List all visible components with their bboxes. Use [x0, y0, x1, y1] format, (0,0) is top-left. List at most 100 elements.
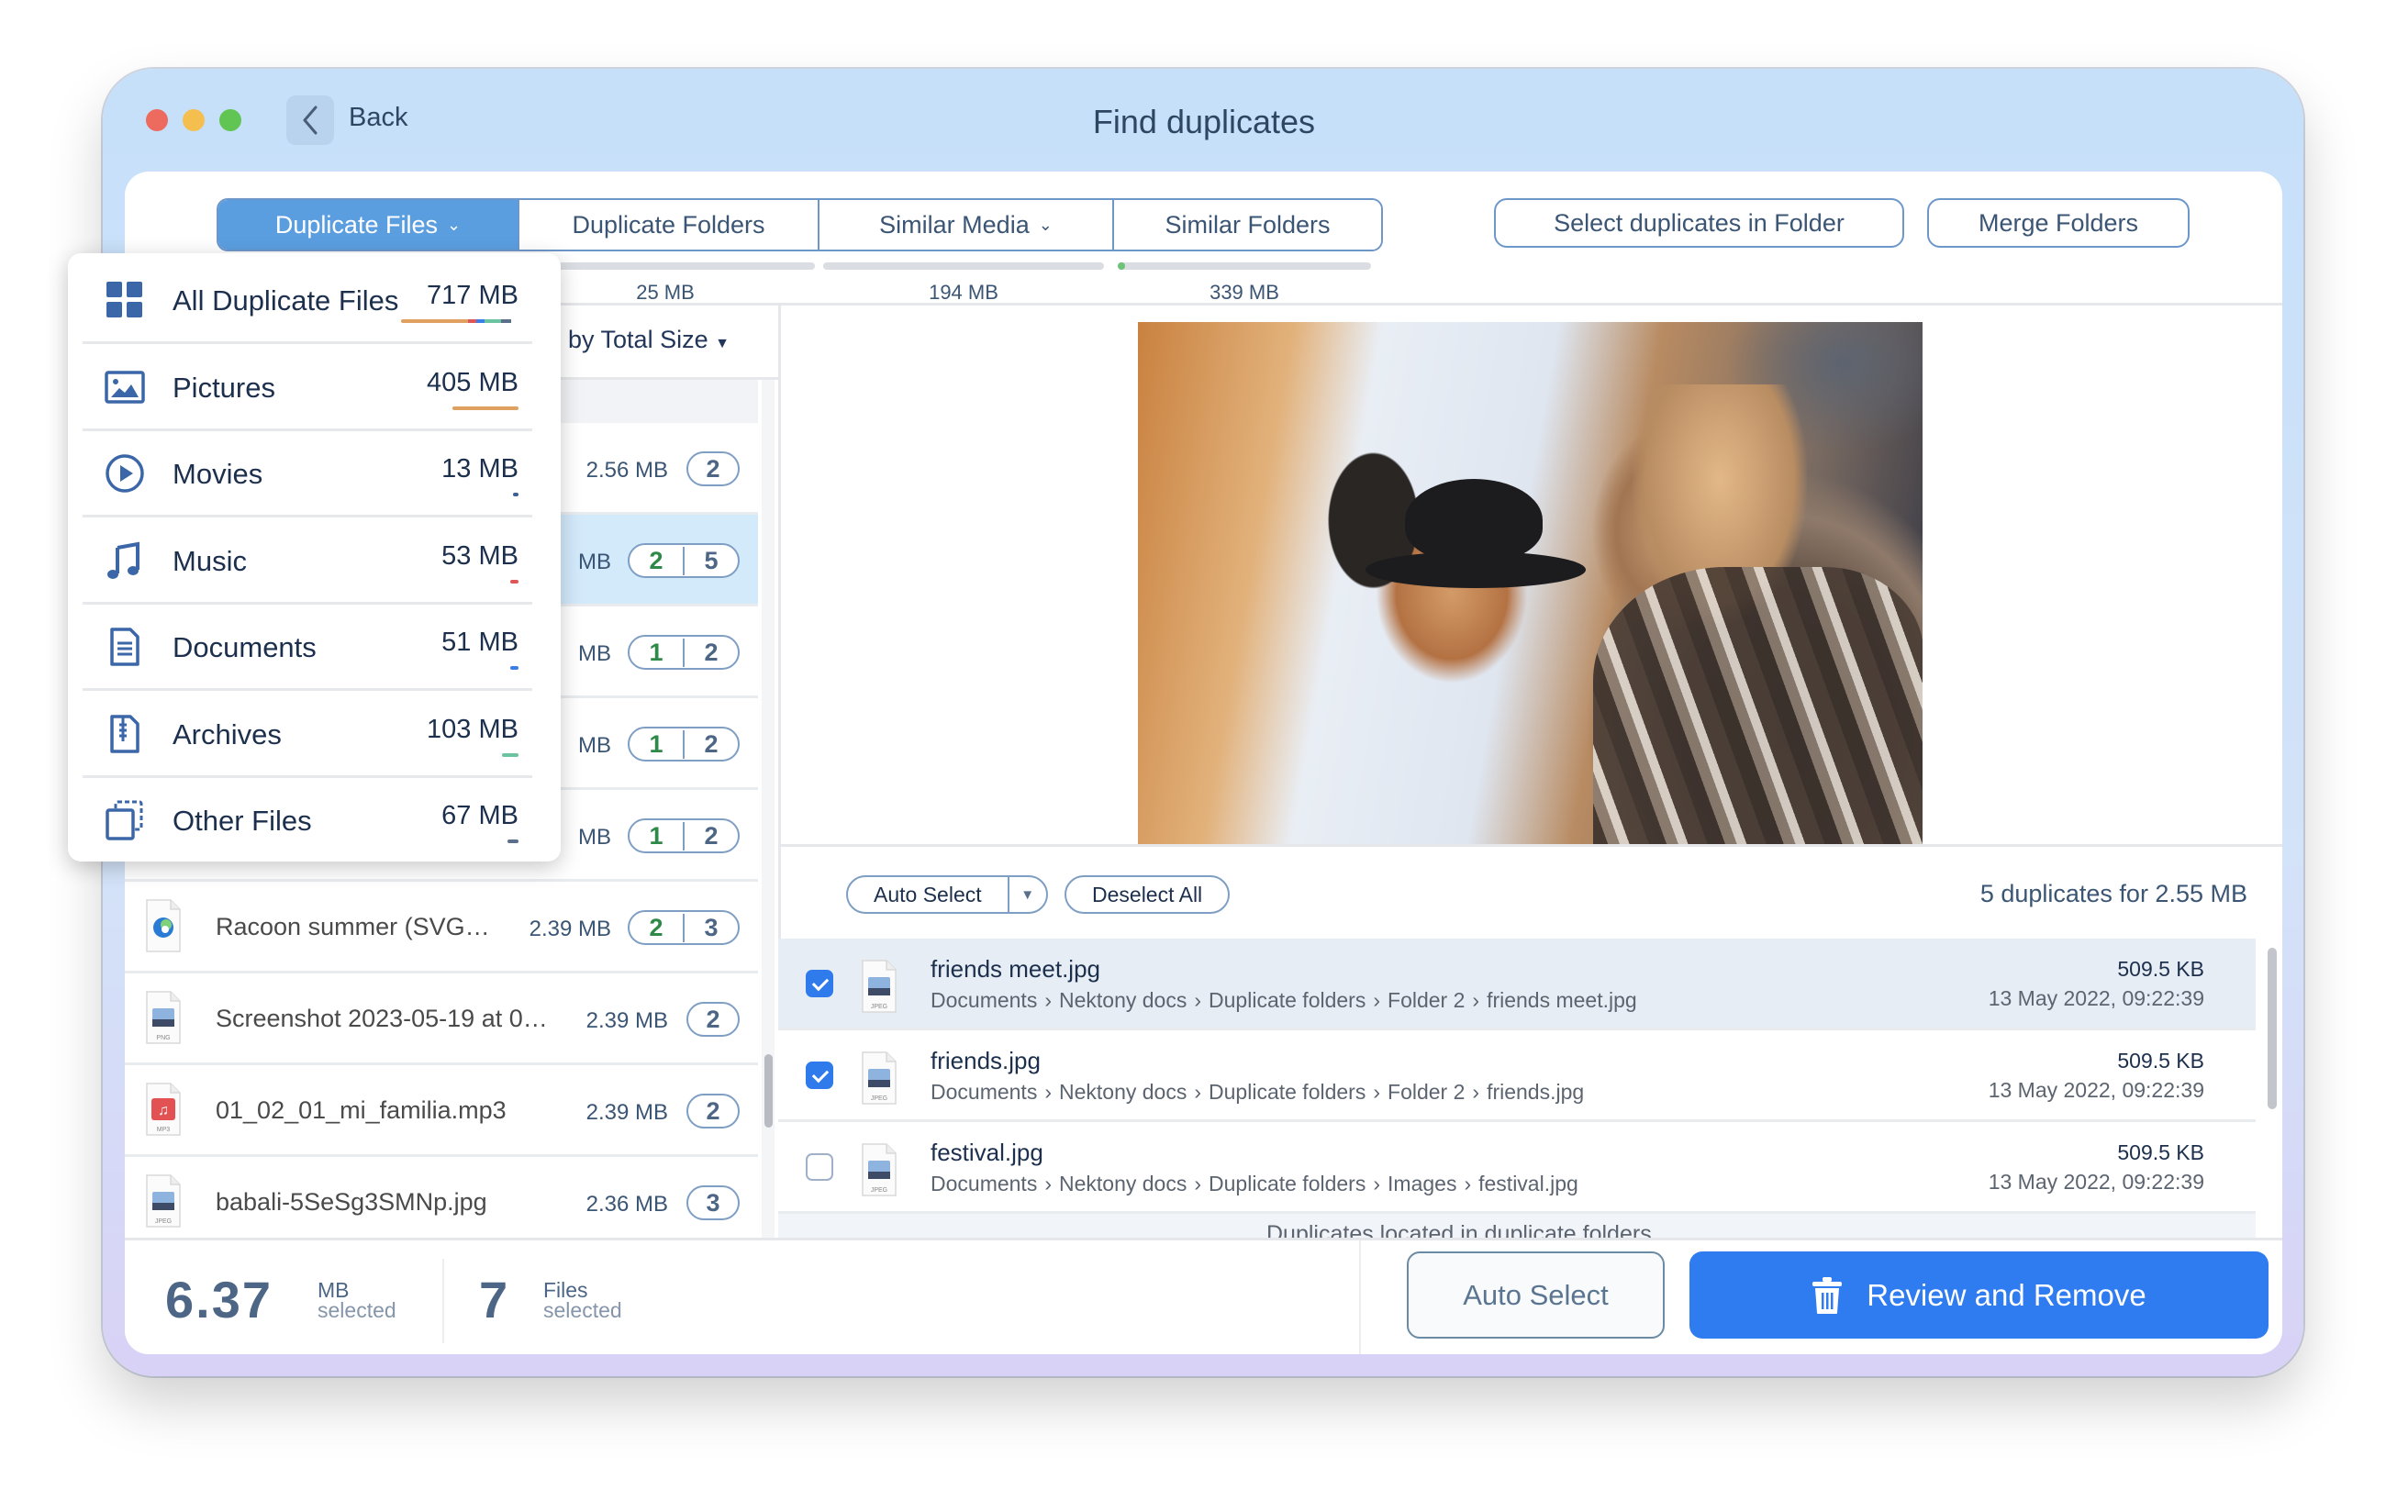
breadcrumb-segment[interactable]: Nektony docs: [1059, 1080, 1187, 1104]
duplicates-list: JPEG friends meet.jpg Documents › Nektony do…: [778, 939, 2256, 1238]
breadcrumb-segment[interactable]: friends meet.jpg: [1487, 988, 1637, 1012]
duplicate-checkbox[interactable]: [806, 1062, 833, 1089]
files-caption: selected: [543, 1298, 622, 1322]
file-list-row[interactable]: ♫ MP3 01_02_01_mi_familia.mp3 2.39 MB 2: [125, 1065, 758, 1157]
progress-fill: [1118, 262, 1125, 270]
file-size: MB: [578, 641, 611, 666]
breadcrumb-segment[interactable]: Duplicate folders: [1209, 1080, 1366, 1104]
duplicate-file-name: friends.jpg: [931, 1047, 1041, 1074]
duplicate-file-size: 509.5 KB: [2117, 1140, 2204, 1164]
duplicate-count-badge[interactable]: 2: [686, 451, 740, 486]
tab-similar-folders[interactable]: Similar Folders: [1112, 200, 1381, 250]
play-circle-icon: [105, 453, 145, 494]
svg-text:MP3: MP3: [157, 1127, 171, 1133]
scrollbar-thumb[interactable]: [764, 1054, 773, 1128]
breadcrumb-segment[interactable]: Images: [1388, 1172, 1456, 1195]
duplicate-count-badge[interactable]: 12: [628, 818, 740, 853]
duplicate-row[interactable]: JPEG festival.jpg Documents › Nektony docs › D…: [778, 1122, 2256, 1214]
preview-photo-detail: [1404, 478, 1543, 561]
review-and-remove-button[interactable]: Review and Remove: [1689, 1251, 2269, 1339]
breadcrumb-segment[interactable]: Documents: [931, 988, 1037, 1012]
duplicate-count-badge[interactable]: 25: [628, 543, 740, 578]
scrollbar-thumb[interactable]: [2268, 948, 2277, 1109]
tab-similar-media[interactable]: Similar Media ⌄: [818, 200, 1112, 250]
file-list-row[interactable]: Racoon summer (SVG… 2.39 MB 2 3: [125, 882, 758, 973]
breadcrumb-segment[interactable]: Duplicate folders: [1209, 988, 1366, 1012]
duplicate-count-badge[interactable]: 12: [628, 635, 740, 670]
duplicate-checkbox[interactable]: [806, 1153, 833, 1181]
file-path-breadcrumb: Documents › Nektony docs › Duplicate folders…: [931, 1080, 1584, 1105]
breadcrumb-segment[interactable]: Nektony docs: [1059, 1172, 1187, 1195]
category-label: Movies: [173, 458, 263, 490]
file-list-row[interactable]: PNG Screenshot 2023-05-19 at 0… 2.39 MB 2: [125, 973, 758, 1065]
size-unit: MB: [318, 1278, 350, 1302]
duplicate-checkbox[interactable]: [806, 970, 833, 997]
category-item-movies[interactable]: Movies 13 MB: [83, 430, 532, 517]
duplicates-scrollbar[interactable]: [2266, 939, 2279, 1238]
footer-auto-select-button[interactable]: Auto Select: [1407, 1251, 1665, 1339]
tab-label: Duplicate Folders: [572, 210, 765, 239]
total-count: 3: [706, 1188, 720, 1217]
breadcrumb-separator-icon: ›: [1044, 1080, 1052, 1104]
file-list-row[interactable]: JPEG babali-5SeSg3SMNp.jpg 2.36 MB 3: [125, 1157, 758, 1238]
sort-dropdown[interactable]: by Total Size ▼: [568, 326, 730, 354]
window-title: Find duplicates: [1092, 103, 1316, 140]
trash-icon: [1812, 1276, 1843, 1314]
file-size: MB: [578, 825, 611, 850]
breadcrumb-segment[interactable]: festival.jpg: [1478, 1172, 1578, 1195]
archive-icon: [105, 714, 145, 754]
duplicate-row[interactable]: JPEG friends meet.jpg Documents › Nektony do…: [778, 939, 2256, 1030]
auto-select-button[interactable]: Auto Select: [848, 883, 1008, 907]
tab-duplicate-files[interactable]: Duplicate Files ⌄: [218, 200, 518, 250]
category-item-archives[interactable]: Archives 103 MB: [83, 691, 532, 778]
breadcrumb-segment[interactable]: Documents: [931, 1080, 1037, 1104]
breadcrumb-segment[interactable]: Duplicate folders: [1209, 1172, 1366, 1195]
auto-select-menu-button[interactable]: ▼: [1007, 877, 1046, 912]
duplicates-group-header: Duplicates located in duplicate folders: [778, 1214, 2256, 1238]
progress-bar: [1118, 262, 1371, 270]
footer-divider: [1359, 1240, 1361, 1354]
edge-svg-icon: [145, 898, 182, 953]
breadcrumb-segment[interactable]: Folder 2: [1388, 988, 1465, 1012]
category-dropdown-menu: All Duplicate Files 717 MB Pictures 405 MB M…: [68, 253, 561, 862]
breadcrumb-segment[interactable]: Nektony docs: [1059, 988, 1187, 1012]
mp3-file-icon: ♫ MP3: [145, 1082, 182, 1137]
duplicate-count-badge[interactable]: 2: [686, 1002, 740, 1037]
category-item-music[interactable]: Music 53 MB: [83, 517, 532, 605]
duplicate-file-size: 509.5 KB: [2117, 957, 2204, 981]
tab-label: Similar Folders: [1165, 210, 1331, 239]
deselect-all-button[interactable]: Deselect All: [1065, 875, 1231, 914]
duplicate-count-badge[interactable]: 3: [686, 1185, 740, 1220]
preview-photo-detail: [1365, 551, 1586, 589]
select-duplicates-in-folder-button[interactable]: Select duplicates in Folder: [1494, 198, 1904, 248]
category-item-other-files[interactable]: Other Files 67 MB: [83, 777, 532, 864]
breadcrumb-separator-icon: ›: [1194, 1080, 1202, 1104]
file-name: Racoon summer (SVG…: [216, 913, 490, 940]
breadcrumb-segment[interactable]: friends.jpg: [1487, 1080, 1584, 1104]
duplicate-row[interactable]: JPEG friends.jpg Documents › Nektony docs › Du…: [778, 1030, 2256, 1122]
preview-photo-detail: [1592, 567, 1923, 844]
total-count: 2: [683, 638, 738, 667]
jpeg-file-icon: JPEG: [861, 1051, 897, 1106]
duplicate-count-badge[interactable]: 12: [628, 727, 740, 762]
category-item-documents[interactable]: Documents 51 MB: [83, 604, 532, 691]
category-item-all-duplicate-files[interactable]: All Duplicate Files 717 MB: [83, 257, 532, 344]
breadcrumb-segment[interactable]: Folder 2: [1388, 1080, 1465, 1104]
category-item-pictures[interactable]: Pictures 405 MB: [83, 344, 532, 431]
duplicate-count-badge[interactable]: 23: [628, 910, 740, 945]
duplicate-count-badge[interactable]: 2: [686, 1094, 740, 1128]
document-icon: [105, 627, 145, 667]
breadcrumb-separator-icon: ›: [1472, 1080, 1480, 1104]
breadcrumb-segment[interactable]: Documents: [931, 1172, 1037, 1195]
merge-folders-button[interactable]: Merge Folders: [1927, 198, 2190, 248]
category-size: 13 MB: [441, 454, 518, 484]
category-size-bar: [401, 319, 518, 323]
mode-tabs: Duplicate Files ⌄ Duplicate Folders Simil…: [217, 198, 1383, 251]
tab-duplicate-folders[interactable]: Duplicate Folders: [518, 200, 818, 250]
category-size-bar: [452, 406, 518, 410]
file-path-breadcrumb: Documents › Nektony docs › Duplicate folders…: [931, 988, 1637, 1013]
bar-segment: [484, 319, 501, 323]
files-unit: Files: [543, 1278, 588, 1302]
file-list-scrollbar[interactable]: [762, 380, 775, 1238]
sort-label: by Total Size: [568, 326, 708, 353]
